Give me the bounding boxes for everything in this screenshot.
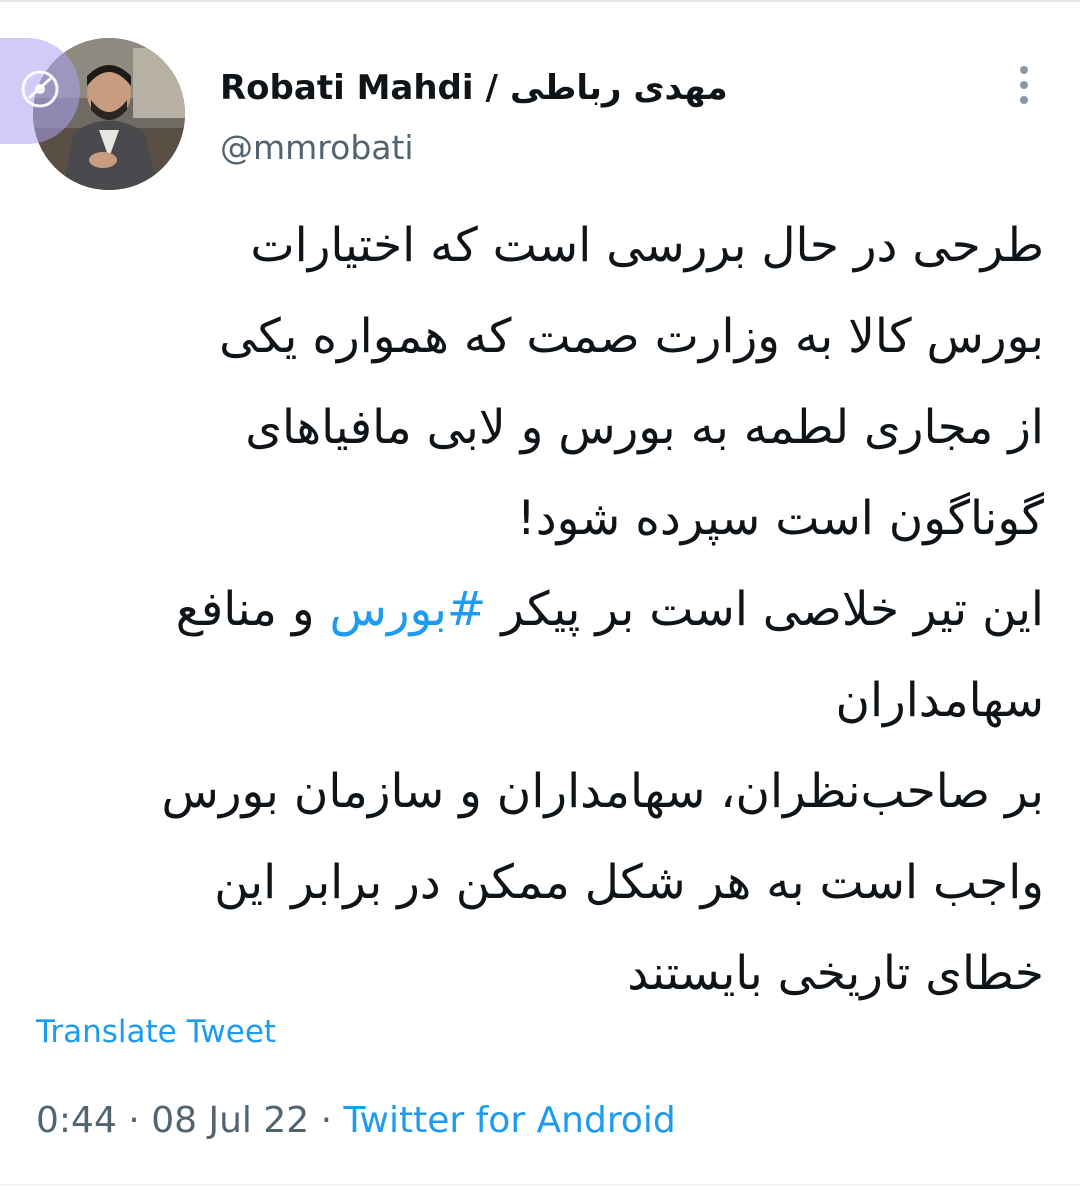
user-handle[interactable]: @mmrobati [220,128,980,167]
display-name[interactable]: Robati Mahdi / مهدی رباطی [220,62,980,114]
tweet-line: از مجاری لطمه به بورس و لابی مافیاهای [245,400,1044,455]
tweet-time[interactable]: 0:44 [36,1100,117,1141]
tweet-header: Robati Mahdi / مهدی رباطی @mmrobati [220,62,980,167]
top-divider [0,0,1080,2]
tweet-line: سهامداران [835,673,1044,728]
translate-tweet-link[interactable]: Translate Tweet [36,1014,276,1050]
name-separator: / [485,68,498,108]
meta-separator: · [320,1100,333,1141]
tweet-date[interactable]: 08 Jul 22 [151,1100,309,1141]
tweet-source-link[interactable]: Twitter for Android [344,1100,676,1141]
bottom-divider [0,1184,1080,1186]
tweet-line: بر صاحب‌نظران، سهامداران و سازمان بورس [161,764,1044,819]
tweet-meta: 0:44 · 08 Jul 22 · Twitter for Android [36,1100,676,1141]
display-name-fa: مهدی رباطی [509,68,728,108]
more-button[interactable] [1006,62,1042,108]
tweet-line: گوناگون است سپرده شود! [516,491,1044,546]
tweet-line-with-hashtag: این تیر خلاصی است بر پیکر #بورس و منافع [34,564,1044,655]
accessibility-badge-icon [18,67,62,115]
tweet-line: خطای تاریخی بایستند [627,946,1044,1001]
meta-separator: · [128,1100,140,1141]
tweet-text-part: این تیر خلاصی است بر پیکر [486,582,1044,637]
tweet-text: طرحی در حال بررسی است که اختیارات بورس ک… [34,200,1044,1019]
hashtag-link[interactable]: #بورس [329,582,486,637]
tweet-line: بورس کالا به وزارت صمت که همواره یکی [219,309,1044,364]
tweet-line: طرحی در حال بررسی است که اختیارات [250,218,1044,273]
display-name-en: Robati Mahdi [220,68,474,108]
tweet-text-part: و منافع [175,582,330,637]
more-vertical-icon [1006,66,1042,112]
tweet-line: واجب است به هر شکل ممکن در برابر این [214,855,1044,910]
